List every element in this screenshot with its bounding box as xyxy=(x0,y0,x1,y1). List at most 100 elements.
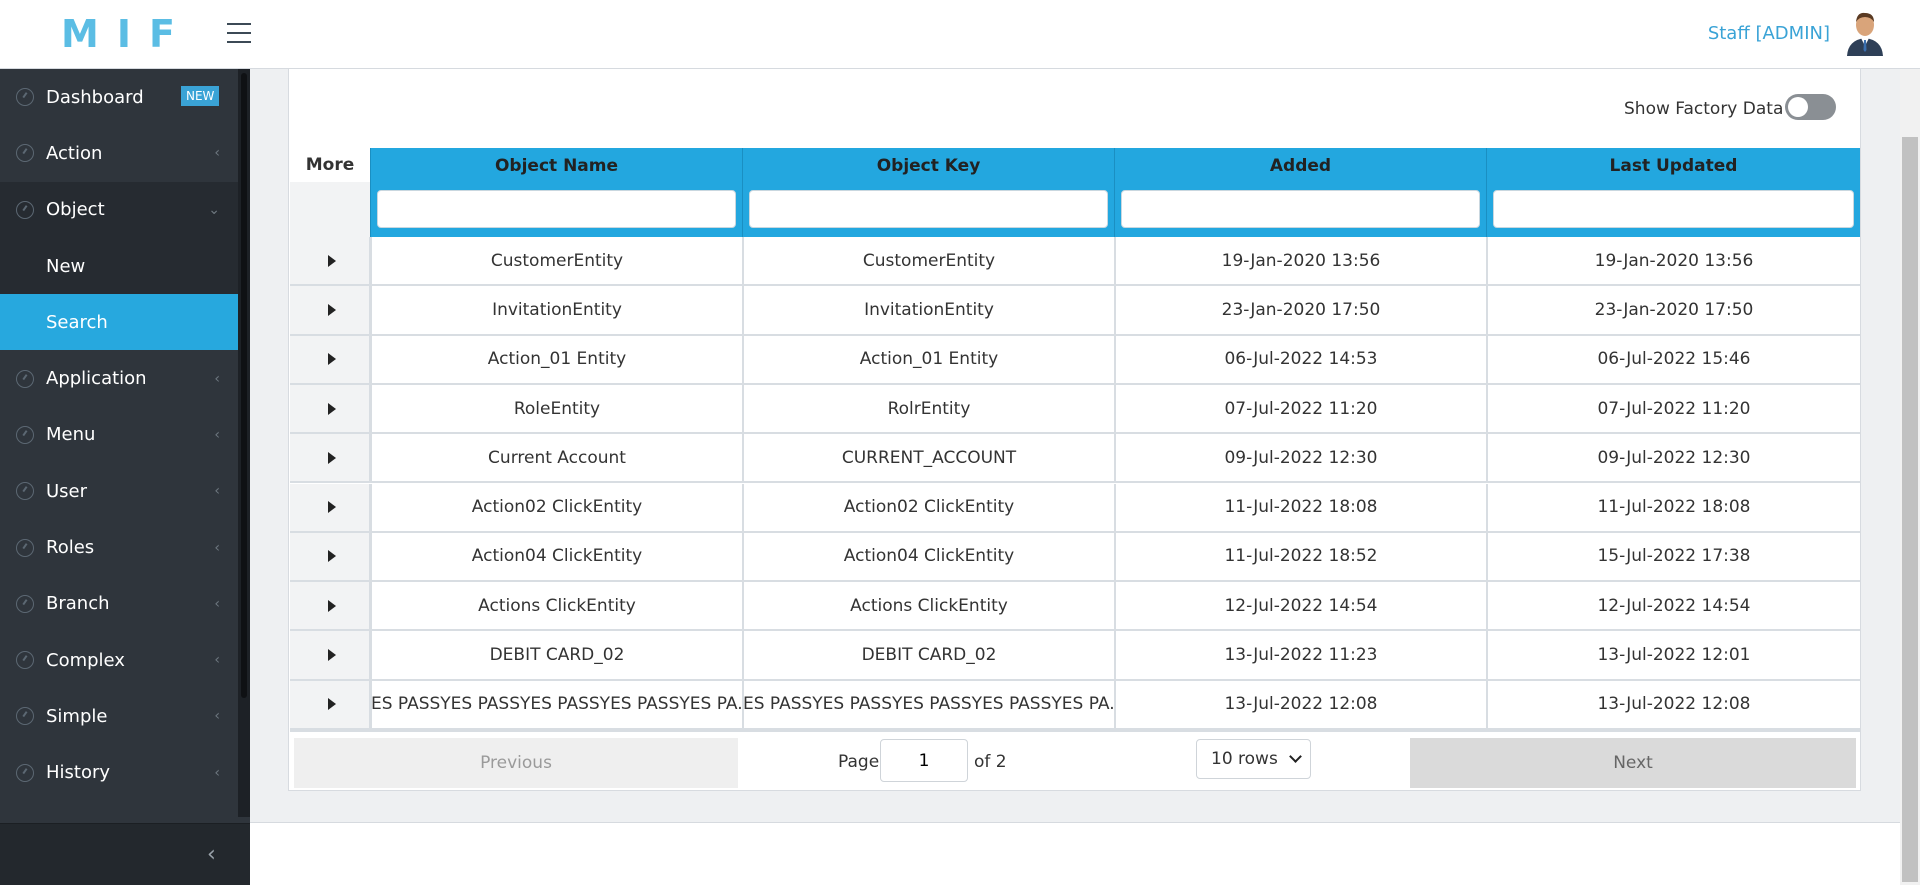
expand-row-icon[interactable] xyxy=(290,286,370,334)
sidebar-item-history[interactable]: History ‹ xyxy=(0,745,238,801)
toggle-knob xyxy=(1788,97,1808,117)
table-cell: RolrEntity xyxy=(742,384,1114,433)
table-cell: 19-Jan-2020 13:56 xyxy=(1114,237,1486,285)
column-object-name[interactable]: Object Name xyxy=(370,148,742,237)
more-column-header: More xyxy=(290,148,370,182)
object-name-filter-input[interactable] xyxy=(377,190,736,228)
table-cell: InvitationEntity xyxy=(370,286,742,334)
page-number-input[interactable] xyxy=(880,739,968,782)
table-header: More Object Name Object Key Added Last U… xyxy=(290,148,1860,237)
avatar[interactable] xyxy=(1843,10,1887,56)
expand-row-icon[interactable] xyxy=(290,532,370,581)
next-button[interactable]: Next xyxy=(1410,738,1856,788)
gauge-icon xyxy=(16,88,34,107)
column-header-label[interactable]: Added xyxy=(1115,148,1486,185)
sidebar-item-search[interactable]: Search xyxy=(0,294,238,351)
gauge-icon xyxy=(16,369,34,388)
sidebar-scroll-thumb[interactable] xyxy=(241,73,247,698)
column-added[interactable]: Added xyxy=(1114,148,1486,237)
sidebar-item-new[interactable]: New xyxy=(0,237,238,295)
column-last-updated[interactable]: Last Updated xyxy=(1486,148,1860,237)
chevron-left-icon: ‹ xyxy=(214,652,220,669)
sidebar-item-object[interactable]: Object ⌄ xyxy=(0,181,238,238)
table-row[interactable]: RoleEntity RolrEntity 07-Jul-2022 11:20 07-… xyxy=(290,384,1860,435)
sidebar-item-label: Action xyxy=(46,142,103,164)
expand-row-icon[interactable] xyxy=(290,582,370,630)
table-cell: RoleEntity xyxy=(370,384,742,433)
table-cell: 23-Jan-2020 17:50 xyxy=(1486,286,1860,334)
sidebar-item-roles[interactable]: Roles ‹ xyxy=(0,519,238,575)
sidebar-item-action[interactable]: Action ‹ xyxy=(0,125,238,181)
table-cell: 07-Jul-2022 11:20 xyxy=(1114,384,1486,433)
table-cell: 13-Jul-2022 12:01 xyxy=(1486,631,1860,679)
sidebar-item-dashboard[interactable]: Dashboard NEW xyxy=(0,69,238,125)
sidebar-item-label: History xyxy=(46,762,111,784)
sidebar-item-label: Search xyxy=(46,311,108,333)
sidebar-item-user[interactable]: User ‹ xyxy=(0,463,238,519)
added-filter-input[interactable] xyxy=(1121,190,1480,228)
gauge-icon xyxy=(16,144,34,163)
table-cell: CustomerEntity xyxy=(370,237,742,285)
table-cell: 12-Jul-2022 14:54 xyxy=(1486,582,1860,630)
table-row[interactable]: Current Account CURRENT_ACCOUNT 09-Jul-202… xyxy=(290,434,1860,484)
table-cell: Action02 ClickEntity xyxy=(742,483,1114,531)
sidebar-item-label: User xyxy=(46,480,88,502)
table-cell: 09-Jul-2022 12:30 xyxy=(1114,434,1486,482)
sidebar-item-label: Roles xyxy=(46,537,95,559)
table-cell: 15-Jul-2022 17:38 xyxy=(1486,532,1860,581)
rows-per-page-select[interactable]: 10 rows xyxy=(1196,739,1311,779)
expand-row-icon[interactable] xyxy=(290,680,370,728)
table-row[interactable]: Action_01 Entity Action_01 Entity 06-Jul-2… xyxy=(290,335,1860,385)
table-cell: 13-Jul-2022 11:23 xyxy=(1114,631,1486,679)
table-cell: CustomerEntity xyxy=(742,237,1114,285)
chevron-left-icon: ‹ xyxy=(214,370,220,387)
expand-row-icon[interactable] xyxy=(290,384,370,433)
sidebar-item-simple[interactable]: Simple ‹ xyxy=(0,688,238,744)
show-factory-data-label: Show Factory Data xyxy=(1624,99,1784,119)
table-cell: 11-Jul-2022 18:08 xyxy=(1486,483,1860,531)
sidebar-item-menu[interactable]: Menu ‹ xyxy=(0,407,238,463)
sidebar-item-application[interactable]: Application ‹ xyxy=(0,350,238,406)
table-row[interactable]: Action04 ClickEntity Action04 ClickEntity… xyxy=(290,532,1860,583)
gauge-icon xyxy=(16,594,34,613)
pagination: Previous Page of 2 10 rows Next xyxy=(290,730,1860,789)
table-cell: 09-Jul-2022 12:30 xyxy=(1486,434,1860,482)
table-cell: 06-Jul-2022 15:46 xyxy=(1486,335,1860,383)
sidebar-item-branch[interactable]: Branch ‹ xyxy=(0,576,238,632)
gauge-icon xyxy=(16,763,34,782)
object-key-filter-input[interactable] xyxy=(749,190,1108,228)
sidebar-scrollbar[interactable] xyxy=(238,69,250,817)
sidebar-item-complex[interactable]: Complex ‹ xyxy=(0,632,238,688)
chevron-left-icon: ‹ xyxy=(214,483,220,500)
page-scroll-thumb[interactable] xyxy=(1902,137,1918,882)
table-cell: CURRENT_ACCOUNT xyxy=(742,434,1114,482)
user-name[interactable]: Staff [ADMIN] xyxy=(1708,23,1830,44)
table-row[interactable]: Action02 ClickEntity Action02 ClickEntity… xyxy=(290,483,1860,533)
table-row[interactable]: YES PASSYES PASSYES PASSYES PASSYES PA..… xyxy=(290,680,1860,730)
column-object-key[interactable]: Object Key xyxy=(742,148,1114,237)
previous-button[interactable]: Previous xyxy=(294,738,738,788)
table-row[interactable]: Actions ClickEntity Actions ClickEntity 12… xyxy=(290,582,1860,632)
collapse-sidebar-icon[interactable]: ‹ xyxy=(207,842,216,867)
column-header-label[interactable]: Last Updated xyxy=(1487,148,1860,185)
expand-row-icon[interactable] xyxy=(290,631,370,679)
sidebar-item-label: Complex xyxy=(46,649,125,671)
column-header-label[interactable]: Object Key xyxy=(743,148,1114,185)
table-row[interactable]: InvitationEntity InvitationEntity 23-Jan-2… xyxy=(290,286,1860,336)
show-factory-data-toggle[interactable] xyxy=(1785,94,1836,120)
gauge-icon xyxy=(16,200,34,219)
table-row[interactable]: DEBIT CARD_02 DEBIT CARD_02 13-Jul-2022 11… xyxy=(290,631,1860,681)
app-logo[interactable]: MIF xyxy=(61,12,193,56)
expand-row-icon[interactable] xyxy=(290,335,370,383)
expand-row-icon[interactable] xyxy=(290,434,370,482)
table-row[interactable]: CustomerEntity CustomerEntity 19-Jan-2020 … xyxy=(290,237,1860,287)
sidebar-footer: ‹ xyxy=(0,823,250,885)
expand-row-icon[interactable] xyxy=(290,237,370,285)
gauge-icon xyxy=(16,707,34,726)
sidebar-item-label: Simple xyxy=(46,705,108,727)
menu-toggle-icon[interactable] xyxy=(227,23,251,45)
page-scrollbar[interactable] xyxy=(1900,69,1920,885)
column-header-label[interactable]: Object Name xyxy=(371,148,742,185)
expand-row-icon[interactable] xyxy=(290,483,370,531)
last-updated-filter-input[interactable] xyxy=(1493,190,1854,228)
